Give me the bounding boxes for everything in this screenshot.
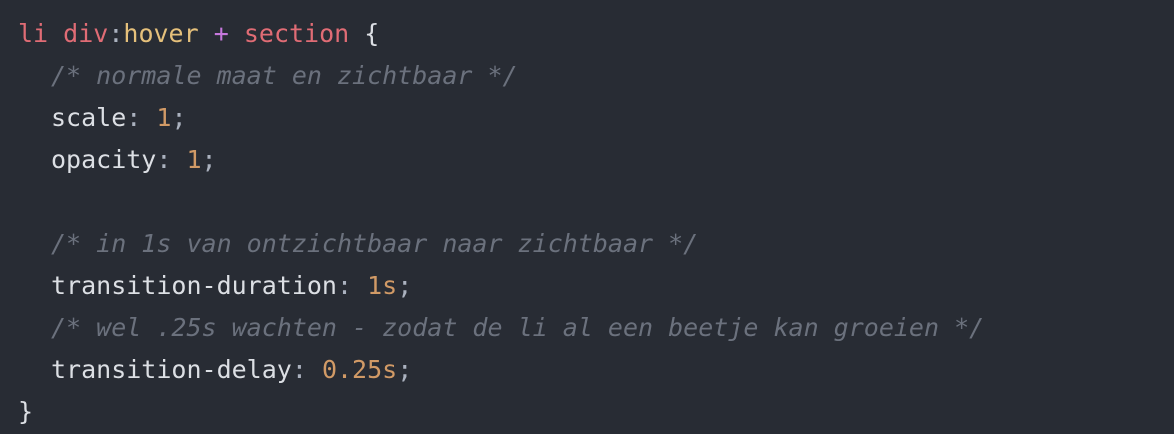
value-transition-duration: 1s [367, 271, 398, 300]
comment-normal-size: /* normale maat en zichtbaar */ [51, 61, 518, 90]
opacity-semicolon: ; [201, 145, 217, 174]
selector-div: div [63, 19, 109, 48]
code-line-opacity: opacity: 1; [18, 140, 1174, 182]
value-opacity: 1 [186, 145, 202, 174]
code-line-comment-3: /* wel .25s wachten - zodat de li al een… [18, 308, 1174, 350]
prop-transition-delay: transition-delay [51, 355, 292, 384]
value-transition-delay: 0.25s [321, 355, 398, 384]
scale-colon: : [126, 103, 157, 132]
code-editor[interactable]: li div:hover + section { /* normale maat… [0, 0, 1174, 426]
prop-scale: scale [51, 103, 127, 132]
comment-delay: /* wel .25s wachten - zodat de li al een… [51, 313, 985, 342]
code-line-selector: li div:hover + section { [18, 14, 1174, 56]
open-brace: { [364, 19, 380, 48]
prop-opacity: opacity [51, 145, 157, 174]
duration-colon: : [336, 271, 368, 300]
code-line-close: } [18, 392, 1174, 434]
code-line-comment-2: /* in 1s van ontzichtbaar naar zichtbaar… [18, 224, 1174, 266]
delay-semicolon: ; [397, 355, 413, 384]
prop-transition-duration: transition-duration [51, 271, 337, 300]
close-brace: } [18, 397, 34, 426]
code-line-scale: scale: 1; [18, 98, 1174, 140]
delay-colon: : [291, 355, 322, 384]
code-line-comment-1: /* normale maat en zichtbaar */ [18, 56, 1174, 98]
pseudo-colon: : [108, 19, 124, 48]
comment-transition: /* in 1s van ontzichtbaar naar zichtbaar… [51, 229, 699, 258]
scale-semicolon: ; [171, 103, 187, 132]
combinator-plus: + [213, 19, 229, 48]
code-line-duration: transition-duration: 1s; [18, 266, 1174, 308]
selector-section: section [243, 19, 350, 48]
pseudo-hover: hover [123, 19, 199, 48]
code-line-delay: transition-delay: 0.25s; [18, 350, 1174, 392]
selector-li: li [18, 19, 49, 48]
opacity-colon: : [156, 145, 187, 174]
value-scale: 1 [156, 103, 172, 132]
duration-semicolon: ; [397, 271, 413, 300]
